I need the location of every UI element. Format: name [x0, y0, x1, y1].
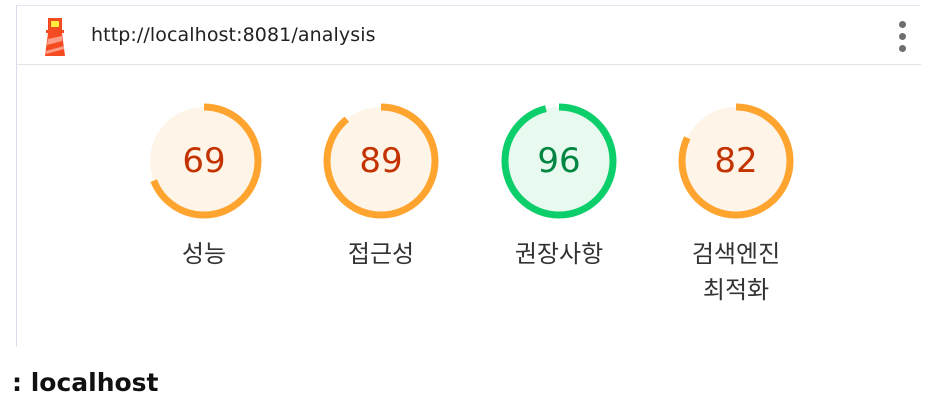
gauge-seo[interactable]: 82 검색엔진 최적화 [677, 102, 795, 304]
url-text: http://localhost:8081/analysis [91, 24, 376, 46]
gauge-score: 69 [182, 141, 226, 181]
gauge-score: 89 [359, 141, 403, 181]
gauge-accessibility[interactable]: 89 접근성 [322, 102, 440, 268]
url-bar: http://localhost:8081/analysis [17, 6, 921, 65]
gauge-label: 성능 [181, 240, 227, 268]
more-vertical-icon[interactable] [889, 18, 915, 56]
gauge-score: 82 [714, 141, 758, 181]
gauge-score: 96 [537, 141, 581, 181]
gauge-best-practices[interactable]: 96 권장사항 [500, 102, 618, 268]
gauge-label: 검색엔진 최적화 [691, 240, 781, 304]
gauge-label: 접근성 [347, 240, 415, 268]
footer-host-label: : localhost [12, 368, 159, 397]
lighthouse-icon [39, 15, 71, 59]
gauge-label: 권장사항 [514, 240, 604, 268]
report-card: http://localhost:8081/analysis 69 성능 89 … [16, 5, 921, 347]
gauge-performance[interactable]: 69 성능 [145, 102, 263, 268]
